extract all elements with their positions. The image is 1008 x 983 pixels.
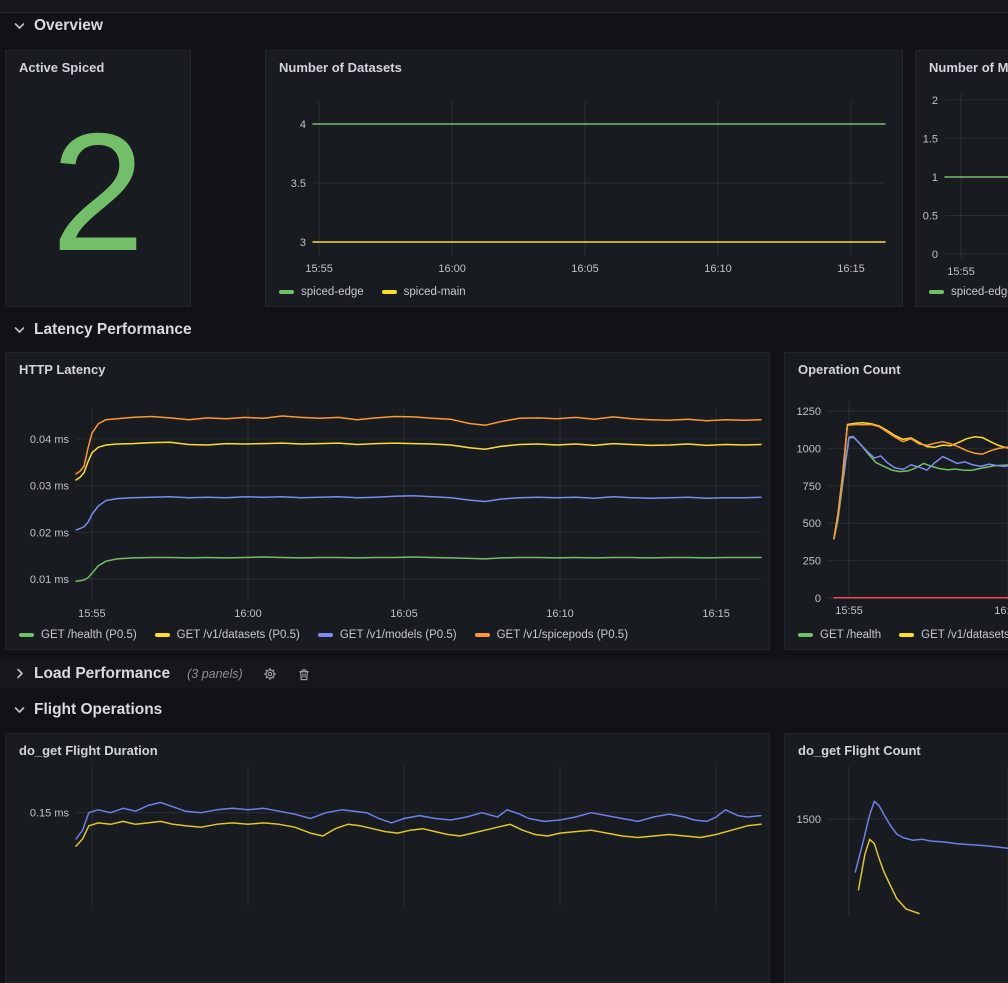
legend-item[interactable]: GET /v1/spicepods (P0.5) bbox=[475, 629, 628, 641]
chevron-down-icon bbox=[14, 21, 25, 31]
svg-text:750: 750 bbox=[803, 481, 821, 493]
chart-legend: GET /health GET /v1/datasets bbox=[798, 629, 1008, 641]
chevron-down-icon bbox=[14, 705, 25, 715]
legend-item[interactable]: GET /health (P0.5) bbox=[19, 629, 137, 641]
svg-text:2: 2 bbox=[932, 95, 938, 107]
legend-swatch bbox=[899, 633, 914, 637]
panel-count-label: (3 panels) bbox=[187, 667, 243, 681]
svg-text:15:55: 15:55 bbox=[835, 605, 863, 617]
svg-text:4: 4 bbox=[300, 119, 306, 131]
legend-swatch bbox=[798, 633, 813, 637]
section-title: Flight Operations bbox=[34, 701, 162, 719]
do-get-flight-duration-chart[interactable]: 0.15 ms bbox=[6, 734, 769, 982]
svg-text:16:00: 16:00 bbox=[438, 263, 466, 275]
section-row-load-performance[interactable]: Load Performance (3 panels) bbox=[0, 659, 1008, 688]
svg-text:500: 500 bbox=[803, 518, 821, 530]
svg-text:15:55: 15:55 bbox=[78, 608, 106, 620]
legend-label: GET /health bbox=[820, 629, 881, 641]
svg-text:16:15: 16:15 bbox=[837, 263, 865, 275]
svg-text:0.04 ms: 0.04 ms bbox=[30, 434, 70, 446]
legend-swatch bbox=[382, 290, 397, 294]
number-of-models-chart[interactable]: 15:5516:0000.511.52 bbox=[916, 51, 1008, 306]
svg-text:0.5: 0.5 bbox=[923, 211, 938, 223]
svg-text:15:55: 15:55 bbox=[947, 266, 975, 278]
svg-text:16:05: 16:05 bbox=[390, 608, 418, 620]
svg-text:16:00: 16:00 bbox=[234, 608, 262, 620]
legend-item[interactable]: spiced-main bbox=[382, 286, 466, 298]
legend-swatch bbox=[929, 290, 944, 294]
stat-value: 2 bbox=[6, 77, 190, 306]
section-title: Latency Performance bbox=[34, 321, 192, 339]
legend-item[interactable]: spiced-edge bbox=[279, 286, 364, 298]
svg-text:1000: 1000 bbox=[797, 443, 821, 455]
legend-label: GET /v1/datasets (P0.5) bbox=[177, 629, 300, 641]
svg-text:0: 0 bbox=[815, 593, 821, 605]
svg-text:16:05: 16:05 bbox=[571, 263, 599, 275]
svg-text:1: 1 bbox=[932, 172, 938, 184]
legend-swatch bbox=[475, 633, 490, 637]
legend-label: GET /v1/models (P0.5) bbox=[340, 629, 457, 641]
legend-label: GET /v1/datasets bbox=[921, 629, 1008, 641]
number-of-datasets-chart[interactable]: 15:55 16:00 16:05 16:10 16:15 3 3.5 4 bbox=[266, 51, 902, 306]
svg-text:1500: 1500 bbox=[797, 814, 821, 826]
svg-text:0.15 ms: 0.15 ms bbox=[30, 808, 70, 820]
panel-do-get-flight-count: do_get Flight Count 1500 bbox=[784, 733, 1008, 983]
svg-text:16:10: 16:10 bbox=[546, 608, 574, 620]
http-latency-chart[interactable]: 15:55 16:00 16:05 16:10 16:15 0.01 ms 0.02 ms 0… bbox=[6, 353, 769, 649]
legend-label: spiced-main bbox=[404, 286, 466, 298]
chevron-right-icon bbox=[15, 668, 25, 679]
panel-http-latency: HTTP Latency 15:5516:0016:0516:1016:150.… bbox=[5, 352, 770, 650]
legend-item[interactable]: GET /health bbox=[798, 629, 881, 641]
section-row-latency-performance[interactable]: Latency Performance bbox=[14, 321, 192, 339]
svg-text:15:55: 15:55 bbox=[305, 263, 333, 275]
trash-icon[interactable] bbox=[297, 667, 311, 681]
svg-text:1250: 1250 bbox=[797, 406, 821, 418]
legend-swatch bbox=[318, 633, 333, 637]
chart-legend: spiced-edge spiced-main bbox=[279, 286, 466, 298]
svg-text:0.02 ms: 0.02 ms bbox=[30, 527, 70, 539]
svg-text:3.5: 3.5 bbox=[291, 178, 306, 190]
svg-text:1.5: 1.5 bbox=[923, 133, 938, 145]
legend-label: GET /v1/spicepods (P0.5) bbox=[497, 629, 628, 641]
legend-item[interactable]: GET /v1/datasets (P0.5) bbox=[155, 629, 300, 641]
section-row-flight-operations[interactable]: Flight Operations bbox=[14, 701, 162, 719]
chevron-down-icon bbox=[14, 325, 25, 335]
legend-label: spiced-edge bbox=[301, 286, 364, 298]
svg-text:3: 3 bbox=[300, 237, 306, 249]
section-title: Load Performance bbox=[34, 665, 170, 683]
chart-legend: spiced-edge bbox=[929, 286, 1008, 298]
panel-number-of-models: Number of Models 15:5516:0000.511.52 spi… bbox=[915, 50, 1008, 307]
toolbar-edge bbox=[0, 0, 1008, 13]
do-get-flight-count-chart[interactable]: 1500 bbox=[785, 734, 1008, 982]
svg-text:16:10: 16:10 bbox=[704, 263, 732, 275]
section-row-overview[interactable]: Overview bbox=[14, 17, 103, 35]
legend-swatch bbox=[155, 633, 170, 637]
legend-label: spiced-edge bbox=[951, 286, 1008, 298]
legend-swatch bbox=[19, 633, 34, 637]
svg-text:0.01 ms: 0.01 ms bbox=[30, 574, 70, 586]
operation-count-chart[interactable]: 15:5516:0016:0516:1016:15025050075010001… bbox=[785, 353, 1008, 649]
panel-number-of-datasets: Number of Datasets 15:5516:0016:0516:101… bbox=[265, 50, 903, 307]
section-title: Overview bbox=[34, 17, 103, 35]
panel-active-spiced: Active Spiced 2 bbox=[5, 50, 191, 307]
panel-do-get-flight-duration: do_get Flight Duration 0.15 ms bbox=[5, 733, 770, 983]
gear-icon[interactable] bbox=[263, 667, 277, 681]
svg-text:0: 0 bbox=[932, 249, 938, 261]
svg-text:250: 250 bbox=[803, 556, 821, 568]
svg-text:16:15: 16:15 bbox=[702, 608, 730, 620]
legend-item[interactable]: spiced-edge bbox=[929, 286, 1008, 298]
chart-legend: GET /health (P0.5) GET /v1/datasets (P0.5… bbox=[19, 629, 628, 641]
legend-item[interactable]: GET /v1/datasets bbox=[899, 629, 1008, 641]
legend-label: GET /health (P0.5) bbox=[41, 629, 137, 641]
panel-operation-count: Operation Count 15:5516:0016:0516:1016:1… bbox=[784, 352, 1008, 650]
legend-swatch bbox=[279, 290, 294, 294]
svg-text:16:00: 16:00 bbox=[994, 605, 1008, 617]
svg-text:0.03 ms: 0.03 ms bbox=[30, 481, 70, 493]
legend-item[interactable]: GET /v1/models (P0.5) bbox=[318, 629, 457, 641]
